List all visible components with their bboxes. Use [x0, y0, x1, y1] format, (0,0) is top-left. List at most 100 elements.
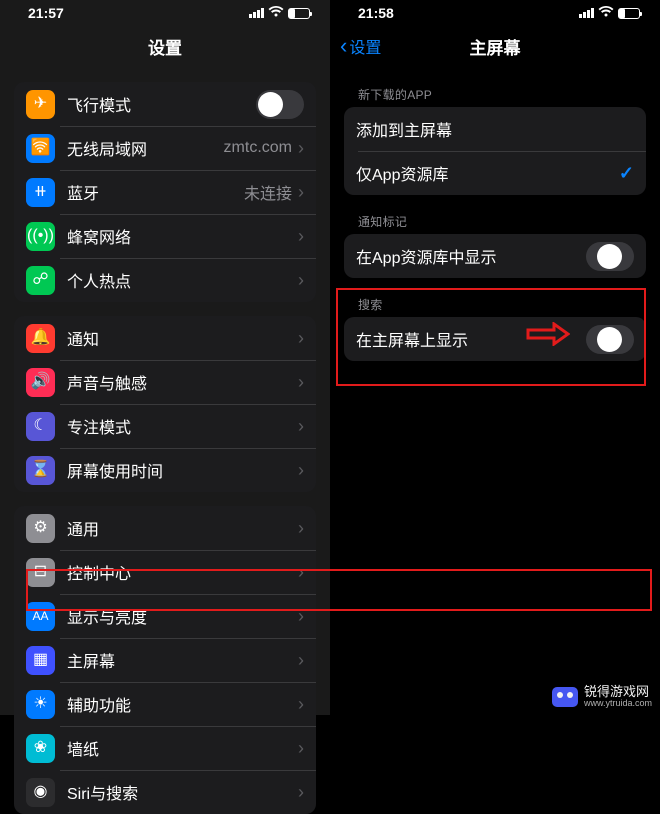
- battery-icon: [288, 8, 310, 19]
- status-bar: 21:57: [0, 0, 330, 24]
- chevron-icon: ›: [298, 650, 304, 671]
- chevron-icon: ›: [298, 606, 304, 627]
- label-bluetooth: 蓝牙: [67, 180, 244, 204]
- label-show-on-home: 在主屏幕上显示: [356, 327, 586, 351]
- row-show-in-library[interactable]: 在App资源库中显示: [344, 234, 646, 278]
- notifications-icon: 🔔: [26, 324, 55, 353]
- section-header-badges: 通知标记: [358, 213, 632, 230]
- chevron-icon: ›: [298, 782, 304, 803]
- home-screen-icon: ▦: [26, 646, 55, 675]
- hotspot-icon: ☍: [26, 266, 55, 295]
- row-show-on-home[interactable]: 在主屏幕上显示: [344, 317, 646, 361]
- label-wifi: 无线局域网: [67, 136, 224, 160]
- row-general[interactable]: ⚙ 通用 ›: [14, 506, 316, 550]
- chevron-icon: ›: [298, 182, 304, 203]
- label-siri: Siri与搜索: [67, 780, 298, 804]
- detail-bluetooth: 未连接: [244, 180, 292, 204]
- label-add-to-home: 添加到主屏幕: [356, 117, 634, 141]
- label-cellular: 蜂窝网络: [67, 224, 298, 248]
- title-bar: 设置: [0, 24, 330, 68]
- label-general: 通用: [67, 516, 298, 540]
- label-hotspot: 个人热点: [67, 268, 298, 292]
- label-accessibility: 辅助功能: [67, 692, 298, 716]
- battery-icon: [618, 8, 640, 19]
- label-app-library-only: 仅App资源库: [356, 161, 619, 185]
- row-wallpaper[interactable]: ❀ 墙纸 ›: [14, 726, 316, 770]
- chevron-icon: ›: [298, 694, 304, 715]
- back-button[interactable]: ‹ 设置: [340, 34, 381, 58]
- page-title: 主屏幕: [470, 34, 521, 59]
- row-wifi[interactable]: 🛜 无线局域网 zmtc.com ›: [14, 126, 316, 170]
- screentime-icon: ⌛: [26, 456, 55, 485]
- status-time: 21:58: [358, 5, 394, 21]
- row-airplane[interactable]: ✈ 飞行模式: [14, 82, 316, 126]
- group-badges: 在App资源库中显示: [344, 234, 646, 278]
- row-notifications[interactable]: 🔔 通知 ›: [14, 316, 316, 360]
- detail-wifi: zmtc.com: [224, 139, 292, 157]
- group-newapps: 添加到主屏幕 仅App资源库 ✓: [344, 107, 646, 195]
- back-label: 设置: [349, 34, 381, 58]
- row-app-library-only[interactable]: 仅App资源库 ✓: [344, 151, 646, 195]
- status-time: 21:57: [28, 5, 64, 21]
- label-wallpaper: 墙纸: [67, 736, 298, 760]
- section-header-search: 搜索: [358, 296, 632, 313]
- wifi-icon: [268, 5, 284, 21]
- row-focus[interactable]: ☾ 专注模式 ›: [14, 404, 316, 448]
- row-control-center[interactable]: ⊟ 控制中心 ›: [14, 550, 316, 594]
- home-screen-settings: 21:58 ‹ 设置 主屏幕 新下载的APP 添加到主屏幕 仅App资源库 ✓ …: [330, 0, 660, 715]
- row-siri[interactable]: ◉ Siri与搜索 ›: [14, 770, 316, 814]
- accessibility-icon: ☀: [26, 690, 55, 719]
- chevron-icon: ›: [298, 372, 304, 393]
- label-show-in-library: 在App资源库中显示: [356, 244, 586, 268]
- row-add-to-home[interactable]: 添加到主屏幕: [344, 107, 646, 151]
- row-home-screen[interactable]: ▦ 主屏幕 ›: [14, 638, 316, 682]
- group-search: 在主屏幕上显示: [344, 317, 646, 361]
- chevron-icon: ›: [298, 518, 304, 539]
- status-bar: 21:58: [330, 0, 660, 24]
- label-focus: 专注模式: [67, 414, 298, 438]
- control-center-icon: ⊟: [26, 558, 55, 587]
- watermark: 锐得游戏网 www.ytruida.com: [552, 685, 652, 709]
- sound-icon: 🔊: [26, 368, 55, 397]
- label-sound: 声音与触感: [67, 370, 298, 394]
- bluetooth-icon: ⧺: [26, 178, 55, 207]
- show-on-home-switch[interactable]: [586, 325, 634, 354]
- chevron-icon: ›: [298, 738, 304, 759]
- page-title: 设置: [148, 34, 182, 59]
- wifi-setting-icon: 🛜: [26, 134, 55, 163]
- label-airplane: 飞行模式: [67, 92, 256, 116]
- group-alerts: 🔔 通知 › 🔊 声音与触感 › ☾ 专注模式 › ⌛ 屏幕使用时间 ›: [14, 316, 316, 492]
- watermark-url: www.ytruida.com: [584, 699, 652, 709]
- chevron-icon: ›: [298, 270, 304, 291]
- chevron-icon: ›: [298, 328, 304, 349]
- chevron-icon: ›: [298, 138, 304, 159]
- wifi-icon: [598, 5, 614, 21]
- wallpaper-icon: ❀: [26, 734, 55, 763]
- label-notifications: 通知: [67, 326, 298, 350]
- group-connectivity: ✈ 飞行模式 🛜 无线局域网 zmtc.com › ⧺ 蓝牙 未连接 › ((•…: [14, 82, 316, 302]
- siri-icon: ◉: [26, 778, 55, 807]
- label-screentime: 屏幕使用时间: [67, 458, 298, 482]
- row-bluetooth[interactable]: ⧺ 蓝牙 未连接 ›: [14, 170, 316, 214]
- row-hotspot[interactable]: ☍ 个人热点 ›: [14, 258, 316, 302]
- row-sound[interactable]: 🔊 声音与触感 ›: [14, 360, 316, 404]
- display-icon: AA: [26, 602, 55, 631]
- chevron-icon: ›: [298, 460, 304, 481]
- airplane-icon: ✈: [26, 90, 55, 119]
- chevron-left-icon: ‹: [340, 35, 347, 57]
- show-in-library-switch[interactable]: [586, 242, 634, 271]
- row-display[interactable]: AA 显示与亮度 ›: [14, 594, 316, 638]
- title-bar: ‹ 设置 主屏幕: [330, 24, 660, 68]
- watermark-icon: [552, 687, 578, 707]
- row-cellular[interactable]: ((•)) 蜂窝网络 ›: [14, 214, 316, 258]
- row-accessibility[interactable]: ☀ 辅助功能 ›: [14, 682, 316, 726]
- airplane-switch[interactable]: [256, 90, 304, 119]
- chevron-icon: ›: [298, 562, 304, 583]
- status-icons: [579, 5, 640, 21]
- chevron-icon: ›: [298, 416, 304, 437]
- label-control-center: 控制中心: [67, 560, 298, 584]
- general-icon: ⚙: [26, 514, 55, 543]
- signal-icon: [579, 8, 594, 18]
- section-header-newapps: 新下载的APP: [358, 86, 632, 103]
- row-screentime[interactable]: ⌛ 屏幕使用时间 ›: [14, 448, 316, 492]
